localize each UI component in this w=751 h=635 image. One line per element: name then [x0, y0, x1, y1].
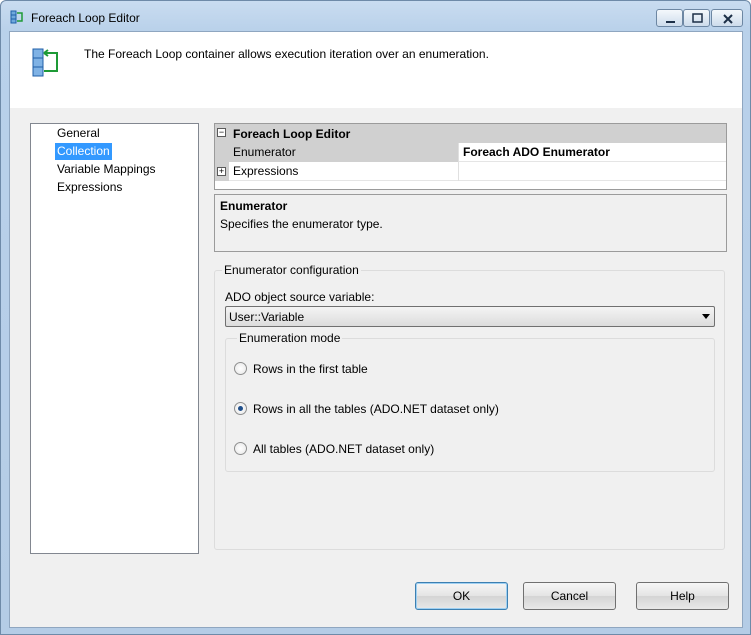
radio-label[interactable]: All tables (ADO.NET dataset only) — [253, 442, 434, 456]
maximize-icon — [692, 13, 703, 23]
property-grid: − Foreach Loop Editor Enumerator Foreach… — [214, 123, 727, 190]
property-row-expressions[interactable]: + Expressions — [215, 162, 726, 181]
dialog-window: Foreach Loop Editor The Foreach Loop con… — [0, 0, 751, 635]
header-panel: The Foreach Loop container allows execut… — [10, 32, 742, 108]
close-icon — [723, 14, 733, 24]
minimize-icon — [666, 21, 675, 23]
nav-item-expressions[interactable]: Expressions — [55, 179, 124, 196]
dialog-client: The Foreach Loop container allows execut… — [9, 31, 743, 628]
foreach-loop-container-icon — [32, 48, 58, 77]
dropdown-value: User::Variable — [229, 310, 305, 324]
expand-icon[interactable]: + — [217, 167, 226, 176]
group-legend: Enumerator configuration — [222, 263, 361, 277]
nav-item-collection[interactable]: Collection — [55, 143, 112, 160]
radio-button[interactable] — [234, 442, 247, 455]
maximize-button[interactable] — [683, 9, 710, 27]
property-row-enumerator[interactable]: Enumerator Foreach ADO Enumerator — [215, 143, 726, 162]
nav-item-variable-mappings[interactable]: Variable Mappings — [55, 161, 158, 178]
radio-button[interactable] — [234, 362, 247, 375]
window-title: Foreach Loop Editor — [31, 11, 140, 25]
foreach-loop-icon — [10, 10, 23, 24]
nav-item-general[interactable]: General — [55, 125, 102, 142]
page-nav-list: General Collection Variable Mappings Exp… — [30, 123, 199, 554]
source-variable-dropdown[interactable]: User::Variable — [225, 306, 715, 327]
source-variable-label: ADO object source variable: — [225, 290, 375, 304]
subgroup-legend: Enumeration mode — [237, 331, 343, 345]
header-description: The Foreach Loop container allows execut… — [84, 47, 489, 61]
ok-button[interactable]: OK — [415, 582, 508, 610]
chevron-down-icon — [702, 314, 710, 319]
enumeration-mode-group: Enumeration mode Rows in the first table… — [225, 331, 715, 472]
radio-button[interactable] — [234, 402, 247, 415]
radio-label[interactable]: Rows in all the tables (ADO.NET dataset … — [253, 402, 499, 416]
title-bar[interactable]: Foreach Loop Editor — [1, 1, 750, 31]
property-category[interactable]: − Foreach Loop Editor — [215, 124, 726, 143]
property-value[interactable] — [460, 162, 463, 181]
help-title: Enumerator — [220, 199, 288, 213]
close-button[interactable] — [711, 9, 743, 27]
cancel-button[interactable]: Cancel — [523, 582, 616, 610]
property-name: Enumerator — [229, 143, 459, 162]
property-help-panel: Enumerator Specifies the enumerator type… — [214, 194, 727, 252]
radio-label[interactable]: Rows in the first table — [253, 362, 368, 376]
collapse-icon[interactable]: − — [217, 128, 226, 137]
enumerator-configuration-group: Enumerator configuration ADO object sour… — [214, 263, 725, 550]
help-button[interactable]: Help — [636, 582, 729, 610]
help-text: Specifies the enumerator type. — [220, 217, 383, 231]
category-label: Foreach Loop Editor — [233, 127, 351, 141]
property-value[interactable]: Foreach ADO Enumerator — [460, 143, 610, 162]
property-name: Expressions — [229, 162, 459, 181]
minimize-button[interactable] — [656, 9, 683, 27]
